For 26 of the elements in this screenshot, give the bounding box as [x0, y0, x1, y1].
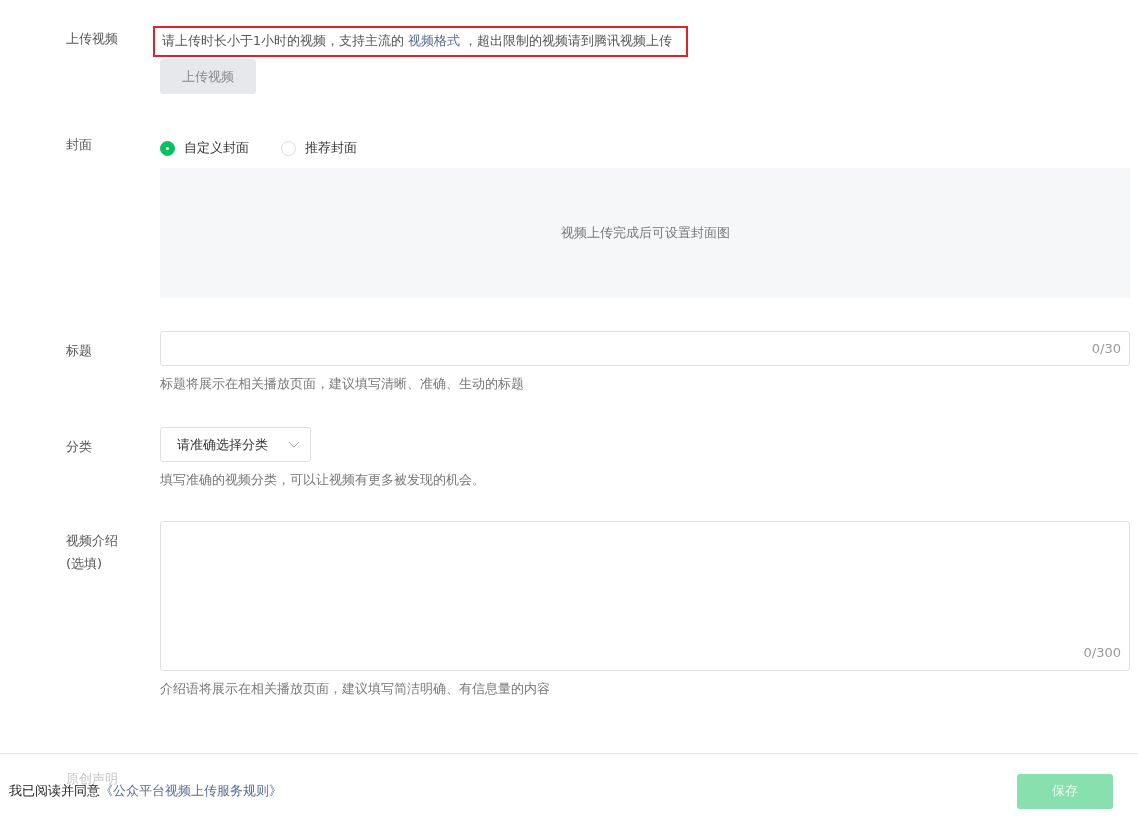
title-input[interactable]: 0/30 — [160, 331, 1130, 366]
chevron-down-icon — [288, 440, 300, 449]
radio-label: 自定义封面 — [184, 139, 249, 157]
field-label: 上传视频 — [66, 30, 119, 48]
field-label: 分类 — [66, 438, 93, 456]
field-label: 封面 — [66, 136, 93, 154]
radio-option[interactable]: 自定义封面 — [160, 139, 249, 157]
radio-icon[interactable] — [160, 140, 175, 156]
field-label: 视频介绍 — [66, 532, 119, 550]
intro-textarea[interactable]: 0/300 — [160, 521, 1130, 671]
help-text: 填写准确的视频分类，可以让视频有更多被发现的机会。 — [160, 472, 485, 489]
field-label: (选填) — [66, 555, 104, 573]
cover-placeholder-text: 视频上传完成后可设置封面图 — [560, 224, 730, 242]
char-counter: 0/300 — [1083, 645, 1121, 660]
field-label: 标题 — [66, 342, 93, 360]
help-text: 介绍语将展示在相关播放页面，建议填写简洁明确、有信息量的内容 — [160, 681, 550, 698]
char-counter: 0/30 — [1091, 341, 1121, 356]
upload-button[interactable]: 上传视频 — [160, 59, 256, 94]
category-select[interactable]: 请准确选择分类 — [160, 427, 311, 462]
radio-option[interactable]: 推荐封面 — [281, 139, 357, 157]
agreement-text: 我已阅读并同意 — [9, 783, 100, 798]
video-format-link[interactable]: 视频格式 — [407, 33, 460, 48]
hint-text: 请上传时长小于1小时的视频，支持主流的 视频格式 ，超出限制的视频请到腾讯视频上传 — [153, 26, 688, 57]
rules-link[interactable]: 《公众平台视频上传服务规则》 — [100, 783, 282, 798]
radio-label: 推荐封面 — [305, 139, 357, 157]
help-text: 标题将展示在相关播放页面，建议填写清晰、准确、生动的标题 — [160, 376, 524, 393]
